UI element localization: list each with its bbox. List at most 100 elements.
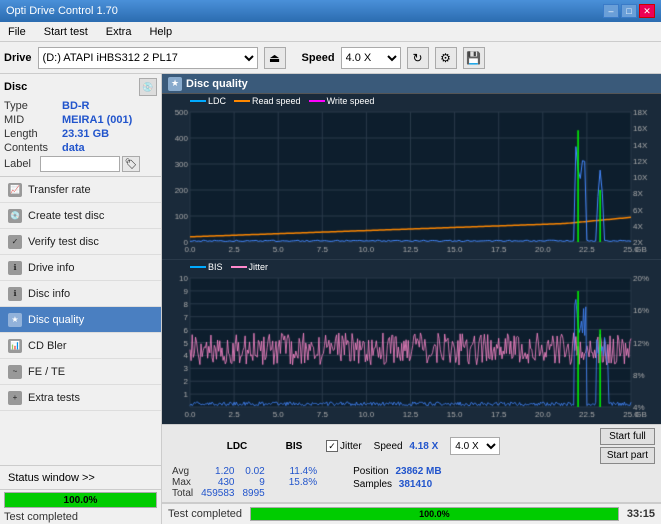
disc-quality-icon: ★ bbox=[8, 313, 22, 327]
chart-wrapper: LDC Read speed Write speed bbox=[162, 94, 661, 424]
sidebar-item-disc-info[interactable]: ℹ Disc info bbox=[0, 281, 161, 307]
legend-read-speed: Read speed bbox=[234, 96, 301, 106]
menu-extra[interactable]: Extra bbox=[102, 25, 136, 39]
legend-jitter: Jitter bbox=[231, 262, 269, 272]
disc-contents-label: Contents bbox=[4, 142, 62, 154]
disc-label-btn[interactable]: 🏷 bbox=[122, 156, 140, 172]
speed-select[interactable]: 4.0 X bbox=[341, 47, 401, 69]
fe-te-icon: ~ bbox=[8, 365, 22, 379]
bottom-progress-bar: 100.0% bbox=[250, 507, 619, 521]
menu-help[interactable]: Help bbox=[145, 25, 176, 39]
disc-type-value: BD-R bbox=[62, 100, 90, 112]
max-bis: 9 bbox=[239, 477, 269, 488]
disc-length-field: Length 23.31 GB bbox=[4, 128, 157, 140]
status-window-button[interactable]: Status window >> bbox=[0, 466, 161, 490]
top-chart-legend: LDC Read speed Write speed bbox=[190, 96, 374, 106]
jitter-check-row: ✓ Jitter bbox=[326, 440, 362, 452]
disc-type-label: Type bbox=[4, 100, 62, 112]
minimize-button[interactable]: – bbox=[603, 4, 619, 18]
menu-file[interactable]: File bbox=[4, 25, 30, 39]
disc-quality-header: ★ Disc quality bbox=[162, 74, 661, 94]
extra-tests-icon: + bbox=[8, 391, 22, 405]
main-area: Disc 💿 Type BD-R MID MEIRA1 (001) Length… bbox=[0, 74, 661, 524]
disc-contents-field: Contents data bbox=[4, 142, 157, 154]
position-samples: Position 23862 MB Samples 381410 bbox=[353, 466, 442, 490]
close-button[interactable]: ✕ bbox=[639, 4, 655, 18]
stats-data-rows: Avg 1.20 0.02 11.4% Max 430 9 15.8% Tota… bbox=[168, 466, 655, 499]
sidebar-item-fe-te[interactable]: ~ FE / TE bbox=[0, 359, 161, 385]
disc-label-row: Label 🏷 bbox=[4, 156, 157, 172]
sidebar-item-cd-bler[interactable]: 📊 CD Bler bbox=[0, 333, 161, 359]
menu-start-test[interactable]: Start test bbox=[40, 25, 92, 39]
max-ldc: 430 bbox=[197, 477, 238, 488]
disc-mid-label: MID bbox=[4, 114, 62, 126]
speed-label: Speed bbox=[302, 52, 335, 64]
start-part-button[interactable]: Start part bbox=[600, 447, 655, 464]
bottom-status-text: Test completed bbox=[168, 508, 242, 520]
save-button[interactable]: 💾 bbox=[463, 47, 485, 69]
content-area: ★ Disc quality LDC Read speed bbox=[162, 74, 661, 524]
sidebar-item-extra-tests[interactable]: + Extra tests bbox=[0, 385, 161, 411]
sidebar-item-create-test-disc[interactable]: 💿 Create test disc bbox=[0, 203, 161, 229]
transfer-rate-icon: 📈 bbox=[8, 183, 22, 197]
disc-icon[interactable]: 💿 bbox=[139, 78, 157, 96]
bottom-chart-legend: BIS Jitter bbox=[190, 262, 268, 272]
speed-select-stats[interactable]: 4.0 X bbox=[450, 437, 500, 455]
bottom-chart-canvas bbox=[162, 260, 661, 425]
sidebar-item-transfer-rate[interactable]: 📈 Transfer rate bbox=[0, 177, 161, 203]
bottom-chart-area: BIS Jitter bbox=[162, 260, 661, 425]
bis-color bbox=[190, 266, 206, 268]
avg-bis: 0.02 bbox=[239, 466, 269, 477]
nav-items: 📈 Transfer rate 💿 Create test disc ✓ Ver… bbox=[0, 177, 161, 411]
bottom-time: 33:15 bbox=[627, 508, 655, 520]
refresh-button[interactable]: ↻ bbox=[407, 47, 429, 69]
app-title: Opti Drive Control 1.70 bbox=[6, 5, 118, 17]
bottom-bar: Test completed 100.0% 33:15 bbox=[162, 502, 661, 524]
stats-avg-row: Avg 1.20 0.02 11.4% bbox=[168, 466, 321, 477]
stats-bar: LDC BIS ✓ Jitter Speed 4.18 X 4.0 X Star… bbox=[162, 424, 661, 502]
legend-write-speed: Write speed bbox=[309, 96, 375, 106]
disc-label-input[interactable] bbox=[40, 156, 120, 172]
read-speed-color bbox=[234, 100, 250, 102]
verify-test-disc-icon: ✓ bbox=[8, 235, 22, 249]
disc-length-value: 23.31 GB bbox=[62, 128, 109, 140]
avg-label: Avg bbox=[168, 466, 197, 477]
drive-select[interactable]: (D:) ATAPI iHBS312 2 PL17 bbox=[38, 47, 258, 69]
samples-value: 381410 bbox=[399, 479, 432, 490]
menubar: File Start test Extra Help bbox=[0, 22, 661, 42]
stats-max-row: Max 430 9 15.8% bbox=[168, 477, 321, 488]
avg-jitter: 11.4% bbox=[269, 466, 321, 477]
settings-button[interactable]: ⚙ bbox=[435, 47, 457, 69]
sidebar-status: Status window >> 100.0% Test completed bbox=[0, 465, 161, 524]
avg-ldc: 1.20 bbox=[197, 466, 238, 477]
disc-type-field: Type BD-R bbox=[4, 100, 157, 112]
disc-mid-field: MID MEIRA1 (001) bbox=[4, 114, 157, 126]
bottom-progress-text: 100.0% bbox=[251, 508, 618, 520]
action-buttons: Start full Start part bbox=[600, 428, 655, 464]
bis-col-header: BIS bbox=[274, 441, 314, 452]
position-value: 23862 MB bbox=[395, 466, 441, 477]
sidebar-item-drive-info[interactable]: ℹ Drive info bbox=[0, 255, 161, 281]
position-row: Position 23862 MB bbox=[353, 466, 442, 477]
toolbar: Drive (D:) ATAPI iHBS312 2 PL17 ⏏ Speed … bbox=[0, 42, 661, 74]
sidebar-item-disc-quality[interactable]: ★ Disc quality bbox=[0, 307, 161, 333]
speed-label-stats: Speed 4.18 X bbox=[374, 441, 439, 452]
total-ldc: 459583 bbox=[197, 488, 238, 499]
top-chart-canvas bbox=[162, 94, 661, 260]
cd-bler-icon: 📊 bbox=[8, 339, 22, 353]
sidebar: Disc 💿 Type BD-R MID MEIRA1 (001) Length… bbox=[0, 74, 162, 524]
eject-button[interactable]: ⏏ bbox=[264, 47, 286, 69]
jitter-checkbox[interactable]: ✓ bbox=[326, 440, 338, 452]
disc-length-label: Length bbox=[4, 128, 62, 140]
drive-info-icon: ℹ bbox=[8, 261, 22, 275]
maximize-button[interactable]: □ bbox=[621, 4, 637, 18]
disc-section-title: Disc bbox=[4, 81, 27, 93]
create-test-disc-icon: 💿 bbox=[8, 209, 22, 223]
legend-ldc: LDC bbox=[190, 96, 226, 106]
window-controls: – □ ✕ bbox=[603, 4, 655, 18]
sidebar-item-verify-test-disc[interactable]: ✓ Verify test disc bbox=[0, 229, 161, 255]
sidebar-progress-text: 100.0% bbox=[5, 493, 156, 507]
start-full-button[interactable]: Start full bbox=[600, 428, 655, 445]
jitter-label: Jitter bbox=[340, 441, 362, 452]
disc-quality-header-icon: ★ bbox=[168, 77, 182, 91]
